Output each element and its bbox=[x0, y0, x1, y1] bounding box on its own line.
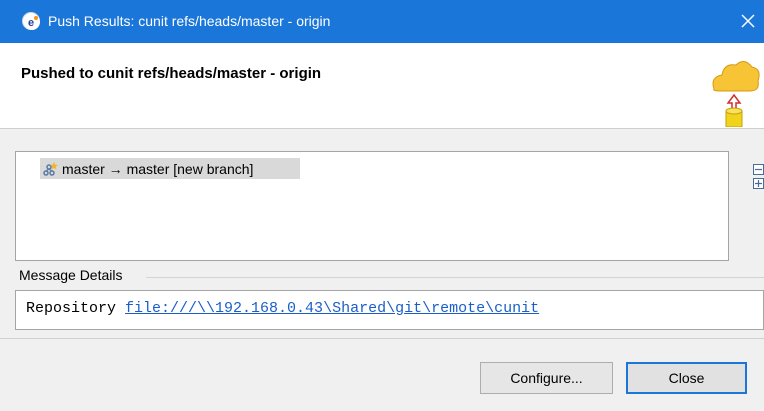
expand-all-icon[interactable] bbox=[753, 176, 764, 189]
branch-icon bbox=[42, 161, 58, 177]
message-prefix: Repository bbox=[26, 300, 126, 317]
result-row[interactable]: master → master [new branch] bbox=[40, 158, 300, 179]
eclipse-icon: e bbox=[22, 12, 40, 30]
collapse-all-icon[interactable] bbox=[753, 162, 764, 175]
message-details-box[interactable]: Repository file:///\\192.168.0.43\Shared… bbox=[15, 290, 764, 330]
close-icon[interactable] bbox=[736, 9, 760, 33]
window-title: Push Results: cunit refs/heads/master - … bbox=[48, 13, 331, 29]
push-to-remote-icon bbox=[708, 49, 762, 128]
configure-button[interactable]: Configure... bbox=[480, 362, 613, 394]
title-bar[interactable]: e Push Results: cunit refs/heads/master … bbox=[0, 0, 764, 43]
message-text: Repository file:///\\192.168.0.43\Shared… bbox=[26, 300, 539, 317]
close-button[interactable]: Close bbox=[626, 362, 747, 394]
result-label: master → master [new branch] bbox=[62, 160, 254, 177]
repository-link[interactable]: file:///\\192.168.0.43\Shared\git\remote… bbox=[125, 300, 539, 317]
push-results-dialog: e Push Results: cunit refs/heads/master … bbox=[0, 0, 764, 411]
dialog-header: Pushed to cunit refs/heads/master - orig… bbox=[0, 43, 764, 129]
svg-text:e: e bbox=[28, 17, 34, 29]
push-results-tree[interactable]: master → master [new branch] bbox=[15, 151, 729, 261]
message-details-label: Message Details bbox=[19, 267, 123, 283]
message-separator bbox=[146, 277, 764, 278]
header-title: Pushed to cunit refs/heads/master - orig… bbox=[21, 65, 322, 82]
footer-separator bbox=[0, 338, 764, 339]
